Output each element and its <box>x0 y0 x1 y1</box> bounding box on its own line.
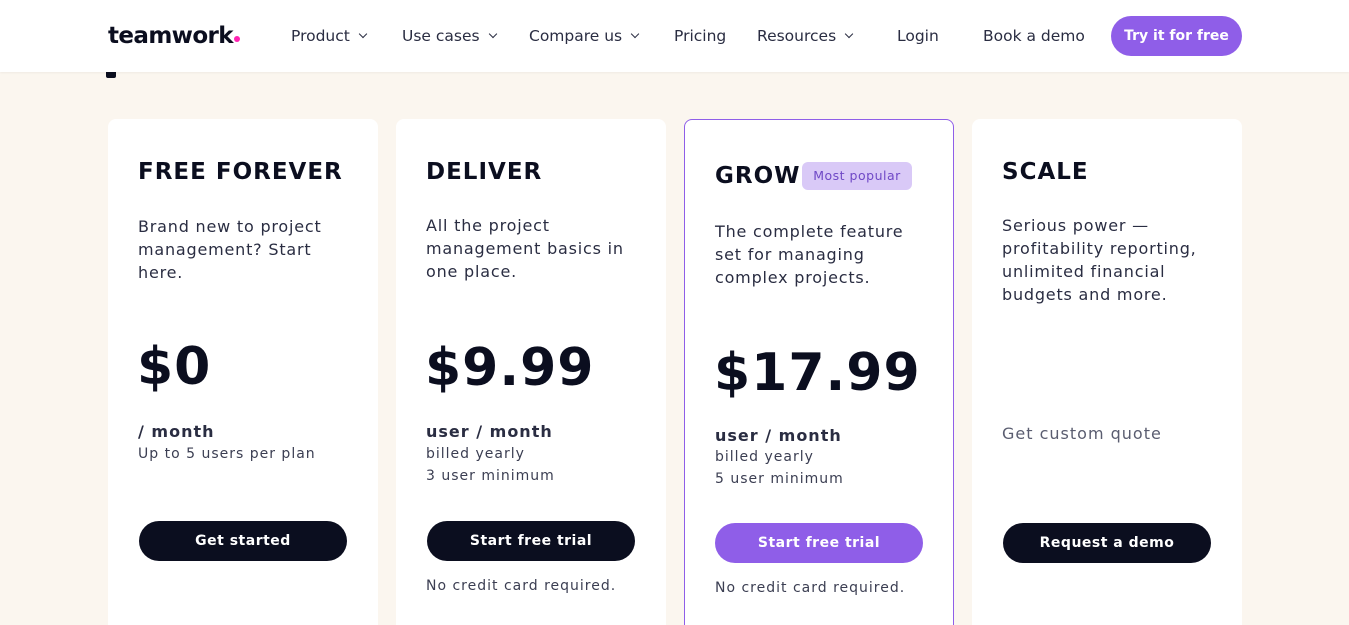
plan-card-deliver: DELIVER All the project management basic… <box>396 119 666 625</box>
start-free-trial-button[interactable]: Start free trial <box>715 523 923 563</box>
logo-dot-icon <box>233 36 240 42</box>
plan-description: Brand new to project management? Start h… <box>138 217 322 282</box>
nav-product[interactable]: Product <box>291 24 368 48</box>
chevron-down-icon <box>358 29 368 39</box>
nav-product-label: Product <box>291 27 350 45</box>
plan-card-grow: GROW Most popular The complete feature s… <box>684 119 954 625</box>
book-demo-label: Book a demo <box>983 27 1085 45</box>
nav-resources[interactable]: Resources <box>757 24 854 48</box>
plan-detail: 3 user minimum <box>426 468 555 484</box>
plan-name: SCALE <box>1002 159 1089 185</box>
plan-note: No credit card required. <box>426 578 617 594</box>
plan-note: No credit card required. <box>715 580 906 596</box>
chevron-down-icon <box>630 29 640 39</box>
plan-name: DELIVER <box>426 159 543 185</box>
nav-use-cases[interactable]: Use cases <box>402 24 497 48</box>
nav-resources-label: Resources <box>757 27 837 45</box>
plan-card-free-forever: FREE FOREVER Brand new to project manage… <box>108 119 378 625</box>
plan-description: The complete feature set for managing co… <box>715 222 904 287</box>
plan-price-unit: / month <box>138 422 215 441</box>
try-free-button[interactable]: Try it for free <box>1111 16 1242 56</box>
plan-price: $17.99 <box>714 343 921 403</box>
plan-price-unit: user / month <box>715 426 842 445</box>
plan-price: $0 <box>137 337 212 397</box>
custom-quote-text: Get custom quote <box>1002 424 1162 443</box>
start-free-trial-button[interactable]: Start free trial <box>427 521 635 561</box>
plan-detail: 5 user minimum <box>715 471 844 487</box>
plan-detail: Up to 5 users per plan <box>138 446 316 462</box>
nav-compare-us[interactable]: Compare us <box>529 24 640 48</box>
nav-pricing[interactable]: Pricing <box>674 24 726 48</box>
nav-use-cases-label: Use cases <box>402 27 480 45</box>
most-popular-badge: Most popular <box>802 162 912 190</box>
chevron-down-icon <box>488 29 497 39</box>
plan-name: GROW <box>715 163 801 189</box>
request-demo-button[interactable]: Request a demo <box>1003 523 1211 563</box>
plan-price: $9.99 <box>425 338 595 398</box>
login-link[interactable]: Login <box>897 24 939 48</box>
plan-price-unit: user / month <box>426 422 553 441</box>
teamwork-logo[interactable]: teamwork <box>108 22 240 50</box>
plan-description: Serious power — profitability reporting,… <box>1002 216 1197 304</box>
logo-wordmark: teamwork <box>108 23 234 49</box>
plan-name: FREE FOREVER <box>138 159 343 185</box>
plan-detail: billed yearly <box>715 449 814 465</box>
book-demo-link[interactable]: Book a demo <box>983 24 1085 48</box>
login-label: Login <box>897 27 939 45</box>
nav-compare-label: Compare us <box>529 27 623 45</box>
plan-card-scale: SCALE Serious power — profitability repo… <box>972 119 1242 625</box>
site-header: teamwork Product Use cases Compare us Pr… <box>0 0 1349 72</box>
plan-description: All the project management basics in one… <box>426 216 624 281</box>
plan-detail: billed yearly <box>426 446 525 462</box>
get-started-button[interactable]: Get started <box>139 521 347 561</box>
nav-pricing-label: Pricing <box>674 27 727 45</box>
chevron-down-icon <box>844 29 854 39</box>
